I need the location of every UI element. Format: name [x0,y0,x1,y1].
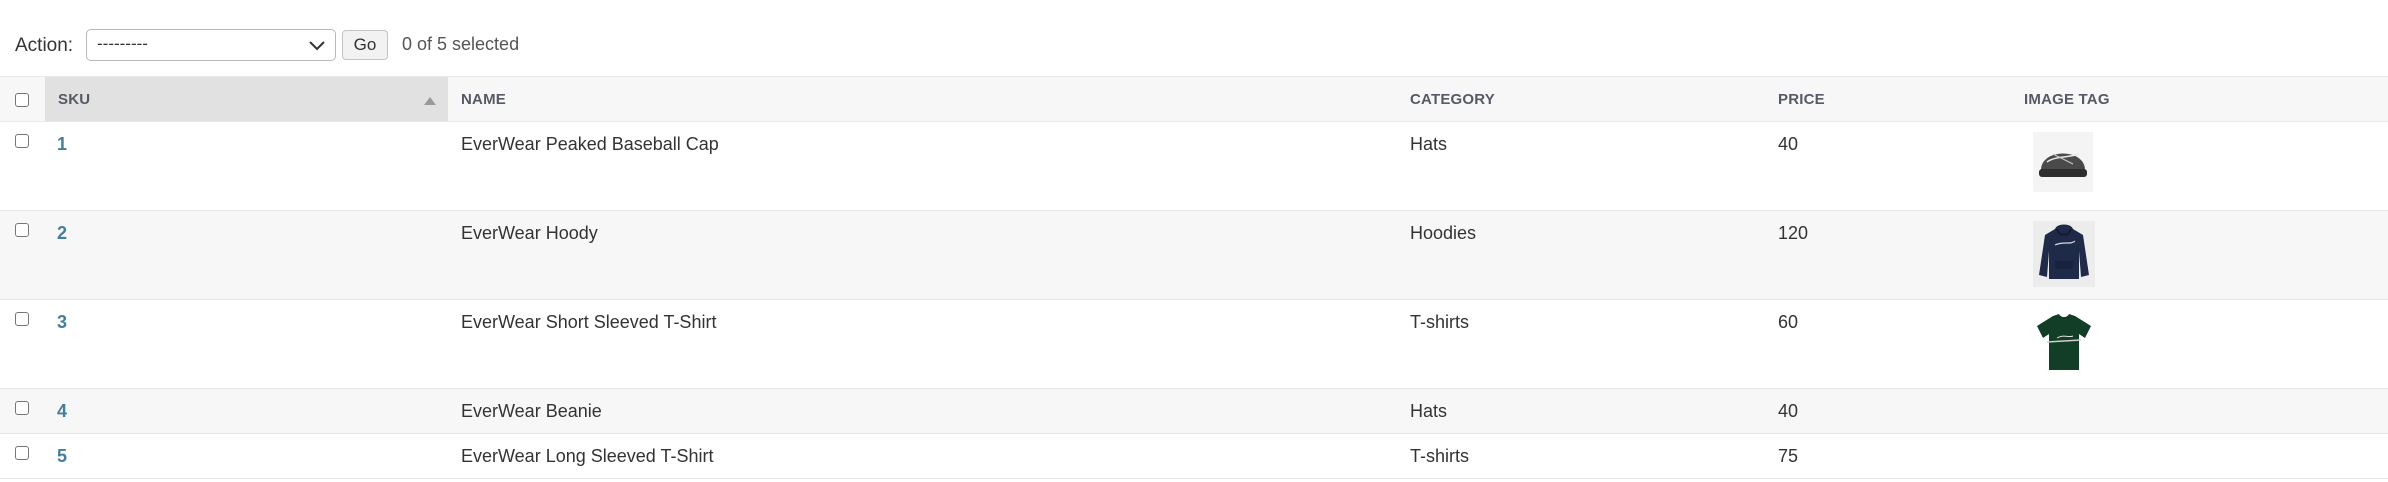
sku-link[interactable]: 2 [45,211,67,244]
baseball-cap-thumbnail [2033,132,2093,192]
table-row: 1 EverWear Peaked Baseball Cap Hats 40 [0,121,2388,211]
row-checkbox[interactable] [15,223,29,237]
tshirt-thumbnail [2033,310,2095,374]
product-name: EverWear Peaked Baseball Cap [461,134,719,154]
column-header-category[interactable]: CATEGORY [1397,76,1765,122]
row-checkbox[interactable] [15,446,29,460]
table-row: 4 EverWear Beanie Hats 40 [0,388,2388,434]
image-tag-empty [2011,388,2388,434]
sku-link[interactable]: 5 [45,434,67,467]
column-header-sku[interactable]: SKU [45,76,448,122]
product-category: Hats [1410,134,1448,154]
table-row: 3 EverWear Short Sleeved T-Shirt T-shirt… [0,299,2388,389]
product-name: EverWear Hoody [461,223,598,243]
column-header-price[interactable]: PRICE [1765,76,2011,122]
table-row: 5 EverWear Long Sleeved T-Shirt T-shirts… [0,433,2388,479]
product-category: Hoodies [1410,223,1477,243]
action-select[interactable]: --------- [86,29,336,61]
product-price: 75 [1778,446,1799,466]
product-name: EverWear Long Sleeved T-Shirt [461,446,714,466]
hoodie-thumbnail [2033,221,2095,287]
sku-link[interactable]: 1 [45,122,67,155]
action-label: Action: [15,35,74,56]
sort-ascending-icon[interactable] [424,97,436,105]
column-header-name-label[interactable]: NAME [448,91,506,108]
actions-bar: Action: --------- Go 0 of 5 selected [0,26,2388,66]
product-price: 40 [1778,134,1799,154]
product-name: EverWear Short Sleeved T-Shirt [461,312,717,332]
product-category: T-shirts [1410,312,1470,332]
row-checkbox[interactable] [15,401,29,415]
product-category: Hats [1410,401,1448,421]
column-header-image-tag: IMAGE TAG [2011,76,2388,122]
column-header-name[interactable]: NAME [448,76,1397,122]
column-header-image-tag-label: IMAGE TAG [2024,90,2110,108]
sku-link[interactable]: 3 [45,300,67,333]
product-price: 120 [1778,223,1809,243]
selection-counter: 0 of 5 selected [402,34,520,54]
product-price: 40 [1778,401,1799,421]
column-header-sku-label[interactable]: SKU [45,91,90,108]
table-row: 2 EverWear Hoody Hoodies 120 [0,210,2388,300]
column-header-category-label[interactable]: CATEGORY [1397,91,1495,108]
select-all-checkbox[interactable] [15,92,29,107]
chevron-down-icon [309,41,325,51]
go-button[interactable]: Go [342,30,388,60]
row-checkbox[interactable] [15,134,29,148]
table-header-row: SKU NAME CATEGORY PRICE IMAGE TAG [0,76,2388,122]
row-checkbox[interactable] [15,312,29,326]
product-category: T-shirts [1410,446,1470,466]
action-select-value: --------- [97,34,148,53]
product-name: EverWear Beanie [461,401,602,421]
product-price: 60 [1778,312,1799,332]
sku-link[interactable]: 4 [45,389,67,422]
select-all-cell [0,76,45,122]
image-tag-empty [2011,433,2388,479]
results-table: SKU NAME CATEGORY PRICE IMAGE TAG 1 Ever… [0,76,2388,479]
column-header-price-label[interactable]: PRICE [1765,91,1825,108]
